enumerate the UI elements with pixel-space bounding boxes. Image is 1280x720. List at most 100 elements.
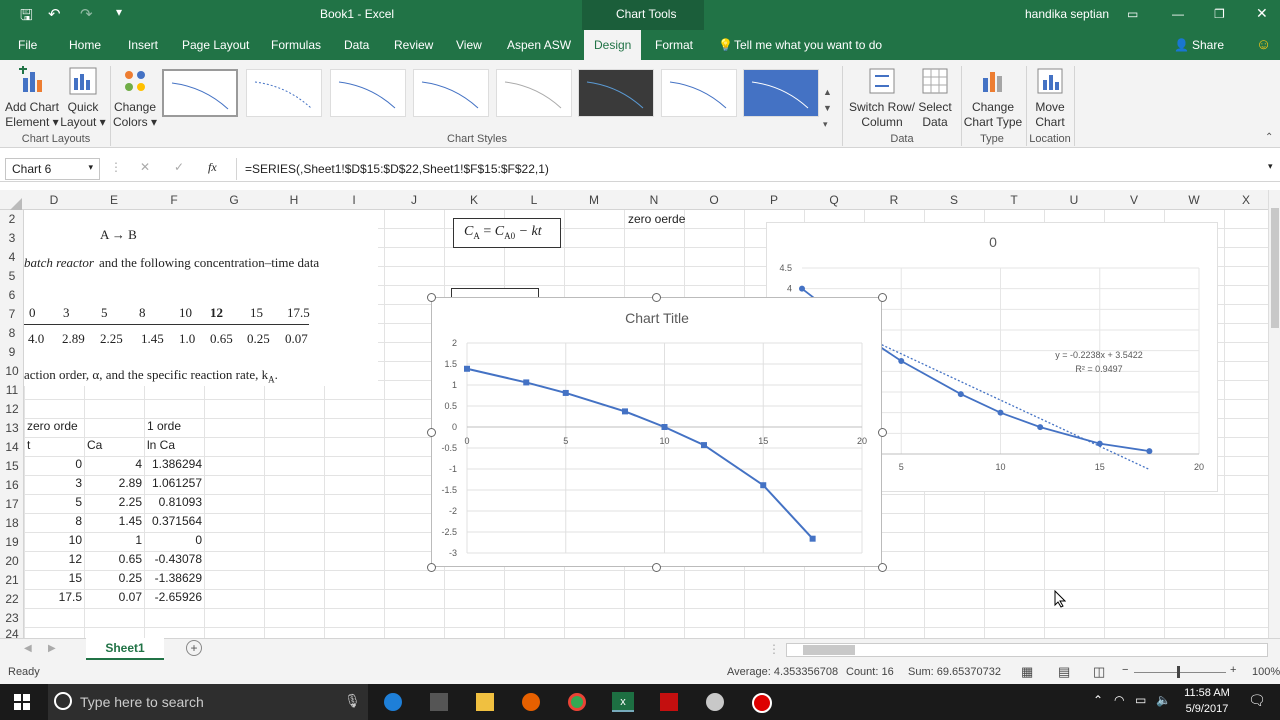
col-header[interactable]: O [684, 193, 744, 207]
row-header[interactable]: 7 [0, 307, 24, 321]
table-cell[interactable]: 17.5 [26, 590, 82, 604]
chart-style-1[interactable] [162, 69, 238, 117]
row-header[interactable]: 2 [0, 212, 24, 226]
cell-f13[interactable]: 1 orde [147, 419, 181, 433]
col-header[interactable]: T [984, 193, 1044, 207]
resize-handle[interactable] [652, 563, 661, 572]
cell-n2[interactable]: zero oerde [628, 212, 685, 226]
col-header[interactable]: F [144, 193, 204, 207]
sheet-tab-sheet1[interactable]: Sheet1 [86, 638, 164, 660]
split-handle-icon[interactable]: ⋮ [768, 642, 780, 656]
select-data-button[interactable]: Select Data [914, 66, 956, 130]
tab-aspen[interactable]: Aspen ASW [507, 38, 571, 52]
col-header[interactable]: N [624, 193, 684, 207]
row-header[interactable]: 20 [0, 554, 24, 568]
tell-me-box[interactable]: Tell me what you want to do [734, 38, 882, 52]
minimize-icon[interactable]: — [1172, 7, 1184, 21]
clock-date[interactable]: 5/9/2017 [1182, 703, 1232, 715]
acrobat-icon[interactable] [660, 693, 678, 711]
row-header[interactable]: 16 [0, 478, 24, 492]
row-header[interactable]: 6 [0, 288, 24, 302]
row-header[interactable]: 10 [0, 364, 24, 378]
table-cell[interactable]: 0.65 [86, 552, 142, 566]
file-explorer-icon[interactable] [476, 693, 494, 711]
add-chart-element-button[interactable]: Add Chart Element ▾ [4, 66, 60, 130]
enter-icon[interactable]: ✓ [174, 160, 184, 174]
wifi-icon[interactable]: ◠ [1114, 693, 1124, 707]
row-header[interactable]: 11 [0, 383, 24, 397]
row-header[interactable]: 14 [0, 440, 24, 454]
row-header[interactable]: 15 [0, 459, 24, 473]
move-chart-button[interactable]: Move Chart [1028, 66, 1072, 130]
resize-handle[interactable] [427, 563, 436, 572]
cell-e14[interactable]: Ca [87, 438, 102, 452]
quick-layout-button[interactable]: Quick Layout ▾ [60, 66, 106, 130]
table-cell[interactable]: 0 [146, 533, 202, 547]
table-cell[interactable]: 1.386294 [146, 457, 202, 471]
table-cell[interactable]: 3 [26, 476, 82, 490]
zoom-level[interactable]: 100% [1252, 666, 1280, 678]
maximize-icon[interactable]: ❐ [1214, 7, 1225, 21]
page-break-view-icon[interactable]: ◫ [1093, 664, 1105, 680]
tab-page-layout[interactable]: Page Layout [182, 38, 249, 52]
cell-d13[interactable]: zero orde [27, 419, 78, 433]
table-cell[interactable]: 8 [26, 514, 82, 528]
equation-image[interactable]: CA = CA0 − kt [453, 218, 561, 248]
col-header[interactable]: J [384, 193, 444, 207]
row-header[interactable]: 19 [0, 535, 24, 549]
windows-start-icon[interactable] [14, 694, 30, 710]
clock-time[interactable]: 11:58 AM [1182, 687, 1232, 699]
cancel-icon[interactable]: ✕ [140, 160, 150, 174]
normal-view-icon[interactable]: ▦ [1021, 664, 1033, 680]
table-cell[interactable]: 4 [86, 457, 142, 471]
tab-home[interactable]: Home [69, 38, 101, 52]
col-header[interactable]: I [324, 193, 384, 207]
tab-design[interactable]: Design [584, 30, 642, 60]
tab-formulas[interactable]: Formulas [271, 38, 321, 52]
page-layout-view-icon[interactable]: ▤ [1058, 664, 1070, 680]
sheet-nav-next-icon[interactable]: ▶ [48, 643, 56, 654]
firefox-icon[interactable] [522, 693, 540, 711]
change-colors-button[interactable]: Change Colors ▾ [112, 66, 158, 130]
volume-icon[interactable]: 🔈 [1156, 693, 1171, 707]
switch-row-column-button[interactable]: Switch Row/ Column [848, 66, 916, 130]
row-header[interactable]: 4 [0, 250, 24, 264]
cell-d14[interactable]: t [27, 438, 30, 452]
row-header[interactable]: 21 [0, 573, 24, 587]
col-header[interactable]: D [24, 193, 84, 207]
col-header[interactable]: U [1044, 193, 1104, 207]
table-cell[interactable]: 1.061257 [146, 476, 202, 490]
col-header[interactable]: H [264, 193, 324, 207]
zoom-slider[interactable] [1134, 672, 1226, 673]
row-header[interactable]: 9 [0, 345, 24, 359]
table-cell[interactable]: -1.38629 [146, 571, 202, 585]
sheet-nav-prev-icon[interactable]: ◀ [24, 643, 32, 654]
row-header[interactable]: 17 [0, 497, 24, 511]
tab-view[interactable]: View [456, 38, 482, 52]
row-header[interactable]: 18 [0, 516, 24, 530]
chart-style-6[interactable] [578, 69, 654, 117]
formula-input[interactable]: =SERIES(,Sheet1!$D$15:$D$22,Sheet1!$F$15… [236, 158, 1266, 180]
col-header[interactable]: G [204, 193, 264, 207]
col-header[interactable]: M [564, 193, 624, 207]
table-cell[interactable]: 0.25 [86, 571, 142, 585]
col-header[interactable]: V [1104, 193, 1164, 207]
tab-insert[interactable]: Insert [128, 38, 158, 52]
table-cell[interactable]: 0.371564 [146, 514, 202, 528]
chart-style-4[interactable] [413, 69, 489, 117]
col-header[interactable]: Q [804, 193, 864, 207]
col-header[interactable]: K [444, 193, 504, 207]
style-gallery-scroll[interactable]: ▲ ▼ ▾ [823, 84, 832, 132]
row-header[interactable]: 12 [0, 402, 24, 416]
resize-handle[interactable] [427, 293, 436, 302]
recorder-icon[interactable] [752, 693, 772, 713]
battery-icon[interactable]: ▭ [1135, 693, 1146, 707]
tab-review[interactable]: Review [394, 38, 433, 52]
table-cell[interactable]: 2.25 [86, 495, 142, 509]
table-cell[interactable]: 0.07 [86, 590, 142, 604]
table-cell[interactable]: 15 [26, 571, 82, 585]
tab-format[interactable]: Format [655, 38, 693, 52]
row-header[interactable]: 13 [0, 421, 24, 435]
table-cell[interactable]: 5 [26, 495, 82, 509]
resize-handle[interactable] [652, 293, 661, 302]
